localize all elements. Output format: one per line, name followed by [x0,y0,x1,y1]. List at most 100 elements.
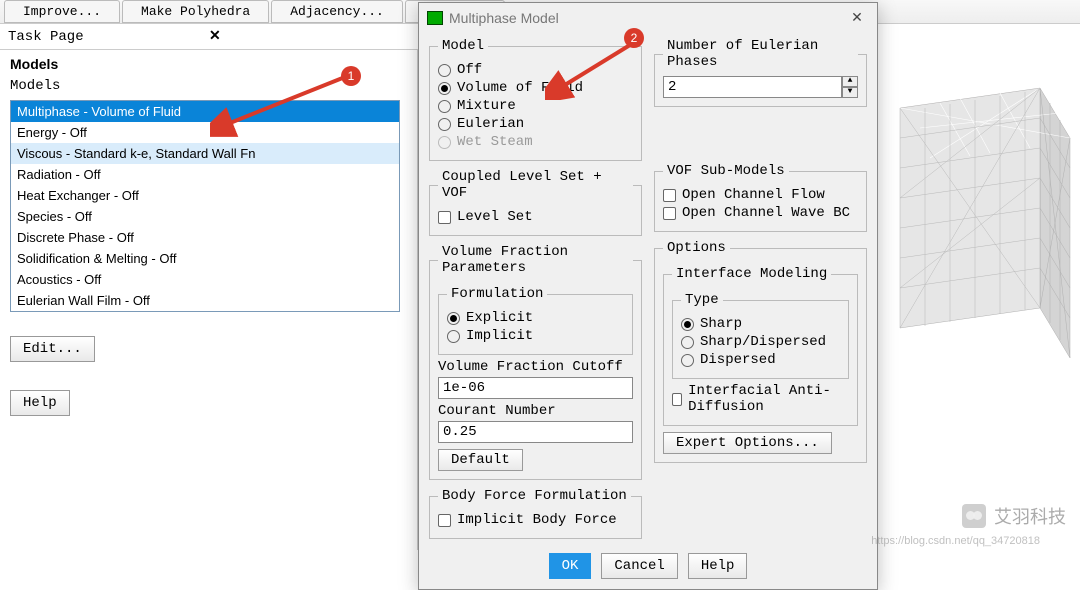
open-channel-flow-checkbox[interactable]: Open Channel Flow [663,187,858,203]
type-sharp-dispersed[interactable]: Sharp/Dispersed [681,334,840,350]
coupled-legend: Coupled Level Set + VOF [438,169,633,201]
checkbox-icon [672,393,682,406]
radio-icon [438,100,451,113]
default-button[interactable]: Default [438,449,523,471]
list-item[interactable]: Discrete Phase - Off [11,227,399,248]
open-channel-wave-bc-checkbox[interactable]: Open Channel Wave BC [663,205,858,221]
radio-icon [438,118,451,131]
checkbox-icon [438,211,451,224]
radio-icon [438,136,451,149]
formulation-implicit[interactable]: Implicit [447,328,624,344]
help-button[interactable]: Help [10,390,70,416]
checkbox-label: Open Channel Flow [682,187,825,203]
menu-adjacency[interactable]: Adjacency... [271,0,403,23]
list-item[interactable]: Solidification & Melting - Off [11,248,399,269]
menu-make-polyhedra[interactable]: Make Polyhedra [122,0,269,23]
interfacial-anti-diffusion-checkbox[interactable]: Interfacial Anti-Diffusion [672,383,849,415]
radio-icon [438,82,451,95]
vof-sub-models-group: VOF Sub-Models Open Channel Flow Open Ch… [654,163,867,232]
formulation-explicit[interactable]: Explicit [447,310,624,326]
coupled-level-set-group: Coupled Level Set + VOF Level Set [429,169,642,236]
checkbox-label: Level Set [457,209,533,225]
list-item[interactable]: Eulerian Wall Film - Off [11,290,399,311]
list-item[interactable]: Acoustics - Off [11,269,399,290]
dialog-app-icon [427,11,443,25]
implicit-body-force-checkbox[interactable]: Implicit Body Force [438,512,633,528]
spin-up-icon[interactable]: ▲ [842,76,858,87]
radio-icon [681,336,694,349]
courant-input[interactable] [438,421,633,443]
vfp-group: Volume Fraction Parameters Formulation E… [429,244,642,480]
list-item[interactable]: Species - Off [11,206,399,227]
ok-button[interactable]: OK [549,553,592,579]
model-legend: Model [438,38,488,54]
list-item[interactable]: Radiation - Off [11,164,399,185]
annotation-badge-1: 1 [341,66,361,86]
checkbox-icon [663,207,676,220]
radio-icon [447,312,460,325]
formulation-group: Formulation Explicit Implicit [438,286,633,355]
dialog-button-row: OK Cancel Help [429,553,867,579]
interface-type-group: Type Sharp Sharp/Dispersed [672,292,849,379]
radio-icon [447,330,460,343]
watermark-text: 艾羽科技 [994,503,1066,529]
interface-type-legend: Type [681,292,723,308]
task-page-close-icon[interactable]: ✕ [209,28,410,45]
radio-label: Explicit [466,310,533,326]
dialog-title: Multiphase Model [449,10,559,26]
dialog-help-button[interactable]: Help [688,553,748,579]
cutoff-input[interactable] [438,377,633,399]
list-item[interactable]: Viscous - Standard k-e, Standard Wall Fn [11,143,399,164]
spin-down-icon[interactable]: ▼ [842,87,858,98]
interface-modeling-legend: Interface Modeling [672,266,831,282]
annotation-arrow-2-icon [545,40,645,100]
checkbox-label: Implicit Body Force [457,512,617,528]
annotation-arrow-1-icon [210,70,360,140]
options-group: Options Interface Modeling Type Sharp [654,240,867,463]
checkbox-icon [663,189,676,202]
type-sharp[interactable]: Sharp [681,316,840,332]
cancel-button[interactable]: Cancel [601,553,677,579]
multiphase-dialog: Multiphase Model ✕ Model Off Volume of F… [418,2,878,590]
num-phases-spinner[interactable]: ▲ ▼ [663,76,858,98]
list-item[interactable]: Heat Exchanger - Off [11,185,399,206]
dialog-close-icon[interactable]: ✕ [845,9,869,26]
interface-modeling-group: Interface Modeling Type Sharp Sharp/Disp… [663,266,858,426]
num-phases-group: Number of Eulerian Phases ▲ ▼ [654,38,867,107]
type-dispersed[interactable]: Dispersed [681,352,840,368]
vfp-legend: Volume Fraction Parameters [438,244,633,276]
radio-icon [681,354,694,367]
radio-label: Sharp [700,316,742,332]
formulation-legend: Formulation [447,286,547,302]
num-phases-input[interactable] [663,76,842,98]
radio-label: Mixture [457,98,516,114]
radio-label: Off [457,62,482,78]
model-mixture[interactable]: Mixture [438,98,633,114]
watermark-icon [962,504,986,528]
radio-icon [681,318,694,331]
task-page-bar: Task Page ✕ [0,24,418,50]
checkbox-label: Interfacial Anti-Diffusion [688,383,849,415]
radio-label: Dispersed [700,352,776,368]
radio-label: Implicit [466,328,533,344]
annotation-badge-2: 2 [624,28,644,48]
checkbox-icon [438,514,451,527]
level-set-checkbox[interactable]: Level Set [438,209,633,225]
edit-button[interactable]: Edit... [10,336,95,362]
radio-label: Eulerian [457,116,524,132]
body-force-group: Body Force Formulation Implicit Body For… [429,488,642,539]
menu-improve[interactable]: Improve... [4,0,120,23]
task-page-label: Task Page [8,29,209,45]
checkbox-label: Open Channel Wave BC [682,205,850,221]
radio-icon [438,64,451,77]
body-force-legend: Body Force Formulation [438,488,631,504]
model-wet-steam: Wet Steam [438,134,633,150]
radio-label: Sharp/Dispersed [700,334,826,350]
dialog-titlebar: Multiphase Model ✕ [419,3,877,32]
mesh-preview [870,58,1080,398]
model-eulerian[interactable]: Eulerian [438,116,633,132]
vof-sub-legend: VOF Sub-Models [663,163,789,179]
radio-label: Wet Steam [457,134,533,150]
num-phases-legend: Number of Eulerian Phases [663,38,858,70]
expert-options-button[interactable]: Expert Options... [663,432,832,454]
